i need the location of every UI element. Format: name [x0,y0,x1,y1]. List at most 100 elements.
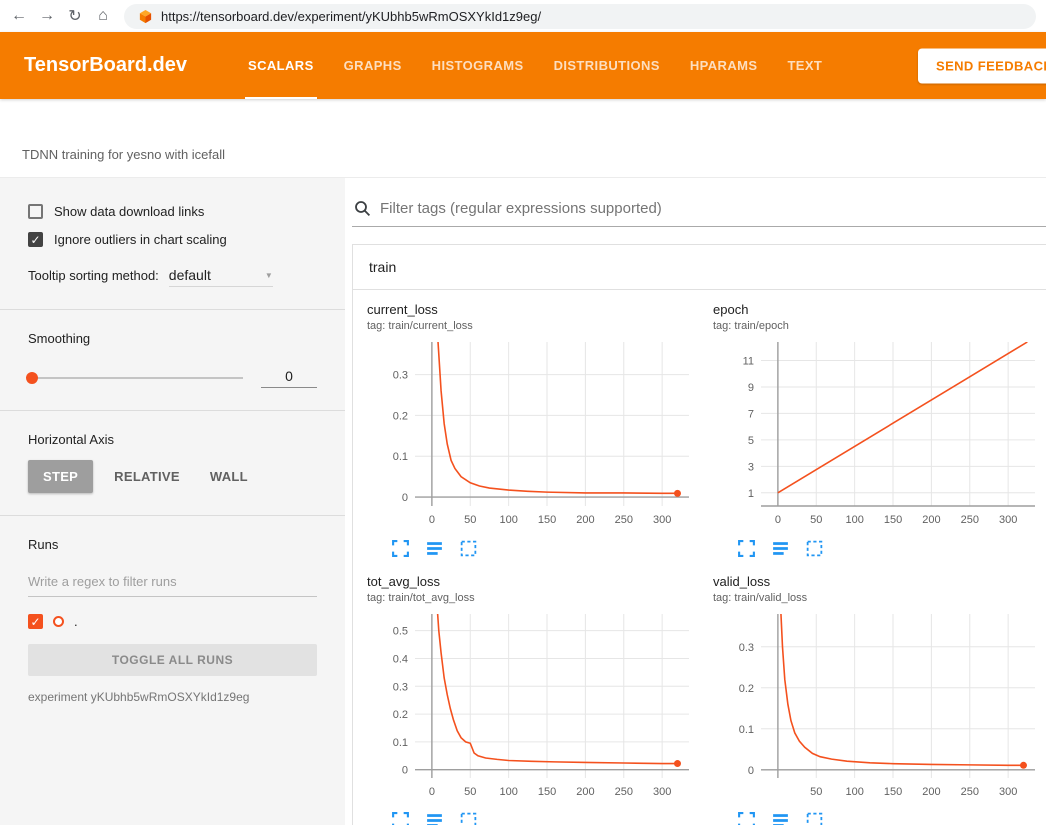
smoothing-slider-thumb[interactable] [26,372,38,384]
svg-text:11: 11 [743,356,754,368]
back-button[interactable]: ← [6,3,32,29]
chart-title: current_loss [367,302,693,317]
axis-step-button[interactable]: STEP [28,460,93,493]
browser-toolbar: ← → ↻ ⌂ https://tensorboard.dev/experime… [0,0,1046,32]
svg-text:100: 100 [499,786,517,798]
tab-hparams[interactable]: HPARAMS [675,32,773,99]
experiment-id-label: experiment yKUbhb5wRmOSXYkId1z9eg [28,690,317,704]
svg-text:9: 9 [748,382,754,394]
svg-text:5: 5 [748,435,754,447]
chart-tile-valid-loss: valid_loss tag: train/valid_loss 5010015… [707,574,1045,825]
runs-label: Runs [28,537,317,552]
tooltip-sorting-select[interactable]: default ▼ [169,267,273,287]
run-label: . [74,614,78,629]
svg-text:0: 0 [775,514,781,526]
tab-histograms[interactable]: HISTOGRAMS [417,32,539,99]
runs-selector-icon[interactable] [425,811,444,825]
runs-filter-input[interactable] [28,570,317,597]
svg-text:300: 300 [653,514,671,526]
chart-toolbar [367,539,693,558]
tab-graphs[interactable]: GRAPHS [329,32,417,99]
chart-tile-epoch: epoch tag: train/epoch 05010015020025030… [707,302,1045,558]
svg-text:0.1: 0.1 [739,724,754,736]
svg-text:0.3: 0.3 [393,370,408,382]
svg-text:0.4: 0.4 [393,653,408,665]
chart-toolbar [713,539,1039,558]
chart-plot-tot-avg-loss[interactable]: 05010015020025030000.10.20.30.40.5 [367,610,693,811]
axis-wall-button[interactable]: WALL [195,460,263,493]
home-button[interactable]: ⌂ [90,3,116,29]
expand-chart-icon[interactable] [391,811,410,825]
charts-grid: current_loss tag: train/current_loss 050… [353,290,1046,825]
experiment-title-bar: TDNN training for yesno with icefall [0,99,1046,178]
chart-title: valid_loss [713,574,1039,589]
chart-tag: tag: train/current_loss [367,320,693,332]
check-icon: ✓ [30,616,40,628]
expand-chart-icon[interactable] [391,539,410,558]
ignore-outliers-row: ✓ Ignore outliers in chart scaling [28,232,317,247]
section-train-header[interactable]: train [353,245,1046,290]
run-checkbox[interactable]: ✓ [28,614,43,629]
search-icon [354,200,371,217]
svg-text:150: 150 [538,514,556,526]
smoothing-slider[interactable] [28,377,243,379]
svg-text:250: 250 [615,786,633,798]
smoothing-value-input[interactable]: 0 [261,368,317,388]
chart-tile-current-loss: current_loss tag: train/current_loss 050… [361,302,699,558]
tab-text[interactable]: TEXT [772,32,837,99]
svg-text:200: 200 [922,514,940,526]
fit-domain-icon[interactable] [459,811,478,825]
svg-text:1: 1 [748,488,754,500]
svg-text:250: 250 [961,786,979,798]
show-download-checkbox[interactable] [28,204,43,219]
svg-text:200: 200 [576,514,594,526]
check-icon: ✓ [30,234,40,246]
runs-selector-icon[interactable] [771,539,790,558]
chart-plot-current-loss[interactable]: 05010015020025030000.10.20.3 [367,338,693,539]
svg-text:0: 0 [748,765,754,777]
chart-plot-epoch[interactable]: 0501001502002503001357911 [713,338,1039,539]
send-feedback-button[interactable]: SEND FEEDBACK [918,48,1046,83]
chart-title: epoch [713,302,1039,317]
chart-tag: tag: train/epoch [713,320,1039,332]
chart-tag: tag: train/valid_loss [713,592,1039,604]
expand-chart-icon[interactable] [737,811,756,825]
smoothing-slider-row: 0 [28,368,317,388]
svg-text:0.1: 0.1 [393,737,408,749]
fit-domain-icon[interactable] [459,539,478,558]
runs-selector-icon[interactable] [771,811,790,825]
forward-button[interactable]: → [34,3,60,29]
svg-text:0: 0 [429,514,435,526]
address-bar[interactable]: https://tensorboard.dev/experiment/yKUbh… [124,4,1036,29]
svg-text:0.3: 0.3 [393,681,408,693]
reload-button[interactable]: ↻ [62,3,88,29]
ignore-outliers-checkbox[interactable]: ✓ [28,232,43,247]
svg-text:150: 150 [538,786,556,798]
expand-chart-icon[interactable] [737,539,756,558]
chart-plot-valid-loss[interactable]: 5010015020025030000.10.20.3 [713,610,1039,811]
fit-domain-icon[interactable] [805,811,824,825]
nav-tabs: SCALARS GRAPHS HISTOGRAMS DISTRIBUTIONS … [233,32,837,99]
axis-relative-button[interactable]: RELATIVE [99,460,195,493]
tab-distributions[interactable]: DISTRIBUTIONS [539,32,675,99]
fit-domain-icon[interactable] [805,539,824,558]
toggle-all-runs-button[interactable]: TOGGLE ALL RUNS [28,644,317,676]
settings-sidebar: Show data download links ✓ Ignore outlie… [0,178,345,825]
tensorboard-logo[interactable]: TensorBoard.dev [24,54,187,77]
app-header: TensorBoard.dev SCALARS GRAPHS HISTOGRAM… [0,32,1046,99]
show-download-row: Show data download links [28,204,317,219]
svg-text:150: 150 [884,786,902,798]
runs-selector-icon[interactable] [425,539,444,558]
svg-text:200: 200 [576,786,594,798]
svg-text:200: 200 [922,786,940,798]
chart-toolbar [713,811,1039,825]
chart-tile-tot-avg-loss: tot_avg_loss tag: train/tot_avg_loss 050… [361,574,699,825]
tab-scalars[interactable]: SCALARS [233,32,329,99]
dashboard-main: train current_loss tag: train/current_lo… [345,178,1046,825]
show-download-label: Show data download links [54,204,204,219]
svg-text:300: 300 [653,786,671,798]
chart-title: tot_avg_loss [367,574,693,589]
svg-text:50: 50 [464,786,476,798]
filter-tags-input[interactable] [380,200,1044,217]
svg-text:0: 0 [402,492,408,504]
